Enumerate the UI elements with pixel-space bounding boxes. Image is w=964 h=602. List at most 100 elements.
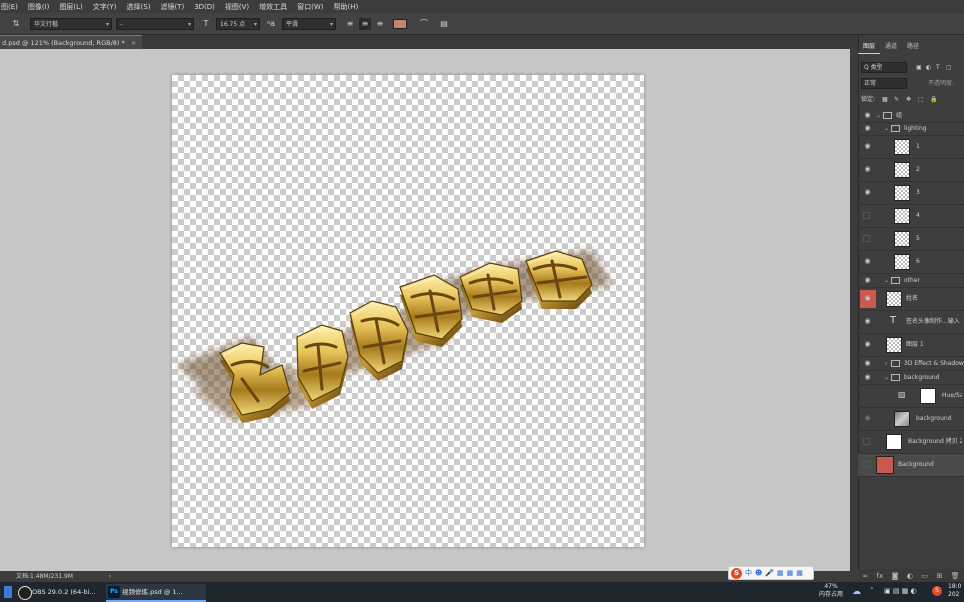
layer-item-background[interactable]: Background bbox=[858, 454, 964, 477]
character-panel-icon[interactable]: ▤ bbox=[438, 18, 450, 30]
ime-keyboard-icon[interactable]: ▦ bbox=[777, 569, 784, 577]
eye-icon[interactable]: ◉ bbox=[863, 188, 872, 197]
ime-emoji-icon[interactable]: ☻ bbox=[755, 569, 762, 577]
menu-select[interactable]: 选择(S) bbox=[122, 2, 156, 12]
hidden-eye-box[interactable] bbox=[863, 235, 870, 242]
layer-item-layer1[interactable]: ◉ 图层 1 bbox=[858, 334, 964, 357]
menu-type[interactable]: 文字(Y) bbox=[88, 2, 122, 12]
chevron-down-icon[interactable]: ⌄ bbox=[884, 122, 889, 135]
filter-pixel-icon[interactable]: ▣ bbox=[916, 61, 922, 74]
eye-icon[interactable]: ◉ bbox=[863, 414, 872, 423]
filter-type-icon[interactable]: T bbox=[936, 61, 940, 74]
align-center-icon[interactable]: ≡ bbox=[359, 18, 371, 30]
layer-item-text[interactable]: ◉ T 签名头像制作...输入 bbox=[858, 311, 964, 334]
layer-group-lighting[interactable]: ◉ ⌄ lighting bbox=[858, 122, 964, 136]
eye-icon[interactable]: ◉ bbox=[863, 124, 872, 133]
hidden-eye-box[interactable] bbox=[863, 438, 870, 445]
layer-item-4[interactable]: 4 bbox=[858, 205, 964, 228]
align-right-icon[interactable]: ≡ bbox=[374, 18, 386, 30]
tab-layers[interactable]: 图层 bbox=[858, 40, 881, 54]
menu-image[interactable]: 图像(I) bbox=[23, 2, 55, 12]
eye-icon[interactable]: ◉ bbox=[863, 276, 872, 285]
menu-3d[interactable]: 3D(D) bbox=[189, 3, 220, 11]
layer-item-huesat[interactable]: ▨ Hue/Sat bbox=[858, 385, 964, 408]
clock[interactable]: 18:0 202 bbox=[948, 583, 961, 599]
ime-voice-icon[interactable]: 🎤 bbox=[765, 569, 774, 577]
chevron-down-icon[interactable]: ⌄ bbox=[884, 274, 889, 287]
link-layers-icon[interactable]: ∞ bbox=[862, 572, 868, 580]
eye-icon[interactable]: ◉ bbox=[863, 340, 872, 349]
new-layer-icon[interactable]: ⊞ bbox=[936, 572, 942, 580]
layer-item-2[interactable]: ◉ 2 bbox=[858, 159, 964, 182]
layer-item-background-pixel[interactable]: ◉ background bbox=[858, 408, 964, 431]
lock-artboard-icon[interactable]: ⬚ bbox=[918, 93, 924, 106]
layer-item-3[interactable]: ◉ 3 bbox=[858, 182, 964, 205]
lock-pixels-icon[interactable]: ✎ bbox=[894, 93, 899, 106]
ime-skin-icon[interactable]: ▦ bbox=[787, 569, 794, 577]
eye-icon[interactable]: ◉ bbox=[863, 165, 872, 174]
menu-window[interactable]: 窗口(W) bbox=[292, 2, 328, 12]
vertical-scrollbar[interactable] bbox=[850, 49, 858, 571]
tab-channels[interactable]: 通道 bbox=[880, 40, 902, 54]
ime-menu-icon[interactable]: ▦ bbox=[796, 569, 803, 577]
font-style-select[interactable]: - ▾ bbox=[116, 18, 194, 30]
lock-all-icon[interactable]: 🔒 bbox=[930, 93, 937, 106]
status-menu-arrow[interactable]: › bbox=[109, 573, 111, 580]
eye-icon[interactable]: ◉ bbox=[863, 142, 872, 151]
taskbar-app-obs[interactable]: OBS 29.0.2 (64-bi... bbox=[16, 584, 118, 600]
menu-filter[interactable]: 滤镜(T) bbox=[155, 2, 189, 12]
text-orientation-icon[interactable]: ⇅ bbox=[10, 18, 22, 30]
layer-item-6[interactable]: ◉ 6 bbox=[858, 251, 964, 274]
align-left-icon[interactable]: ≡ bbox=[344, 18, 356, 30]
layer-group-background[interactable]: ◉ ⌄ background bbox=[858, 371, 964, 385]
sogou-icon[interactable]: S bbox=[731, 567, 742, 579]
menu-edit[interactable]: 图(E) bbox=[0, 2, 23, 12]
layer-item-background-copy[interactable]: Background 拷贝 2 bbox=[858, 431, 964, 454]
adjustment-layer-icon[interactable]: ◐ bbox=[907, 572, 913, 580]
filter-shape-icon[interactable]: ▢ bbox=[946, 61, 952, 74]
start-icon[interactable] bbox=[4, 586, 12, 598]
eye-icon[interactable]: ◉ bbox=[863, 373, 872, 382]
document-canvas[interactable] bbox=[172, 75, 644, 547]
chevron-right-icon[interactable]: › bbox=[885, 357, 887, 370]
fx-icon[interactable]: fx bbox=[877, 572, 884, 580]
eye-icon[interactable]: ◉ bbox=[863, 257, 872, 266]
eye-icon[interactable]: ◉ bbox=[863, 111, 872, 120]
layer-item-5[interactable]: 5 bbox=[858, 228, 964, 251]
tray-icons[interactable]: ▣ ▤ ▦ ◐ bbox=[884, 587, 917, 595]
document-tab[interactable]: d.psd @ 121% (Background, RGB/8) * × bbox=[0, 35, 143, 49]
eye-icon[interactable]: ◉ bbox=[863, 359, 872, 368]
font-size-select[interactable]: 16.75 点 ▾ bbox=[216, 18, 260, 30]
trash-icon[interactable]: 🗑 bbox=[951, 572, 960, 580]
lock-transparent-icon[interactable]: ▦ bbox=[882, 93, 888, 106]
menu-plugins[interactable]: 增效工具 bbox=[254, 2, 292, 12]
text-color-swatch[interactable] bbox=[393, 19, 407, 29]
tab-paths[interactable]: 路径 bbox=[902, 40, 924, 54]
antialias-select[interactable]: 平滑 ▾ bbox=[282, 18, 336, 30]
taskbar-app-photoshop[interactable]: Ps 视频修炼.psd @ 1... bbox=[106, 584, 206, 602]
sogou-tray-icon[interactable]: S bbox=[932, 586, 942, 596]
weather-icon[interactable]: ☁ bbox=[852, 587, 861, 597]
chevron-down-icon[interactable]: ⌄ bbox=[884, 371, 889, 384]
warp-text-icon[interactable]: ⌒ bbox=[418, 18, 430, 30]
layer-item-name[interactable]: ◉ 姓名 bbox=[858, 288, 964, 311]
layer-filter-select[interactable]: Q 类型 bbox=[861, 62, 907, 73]
hidden-eye-box[interactable] bbox=[863, 461, 870, 468]
menu-help[interactable]: 帮助(H) bbox=[329, 2, 364, 12]
eye-icon[interactable]: ◉ bbox=[863, 317, 872, 326]
ime-chinese-icon[interactable]: 中 bbox=[745, 568, 752, 578]
close-icon[interactable]: × bbox=[131, 39, 136, 47]
layer-item-1[interactable]: ◉ 1 bbox=[858, 136, 964, 159]
layer-group-other[interactable]: ◉ ⌄ other bbox=[858, 274, 964, 288]
lock-position-icon[interactable]: ✥ bbox=[906, 93, 911, 106]
layer-group-3d-effect[interactable]: ◉ › 3D Effect & Shadow bbox=[858, 357, 964, 371]
new-group-icon[interactable]: ▭ bbox=[921, 572, 928, 580]
chevron-up-icon[interactable]: ˄ bbox=[870, 587, 874, 595]
menu-layer[interactable]: 图层(L) bbox=[54, 2, 87, 12]
blend-mode-select[interactable]: 正常 bbox=[861, 78, 907, 89]
add-mask-icon[interactable]: ◙ bbox=[892, 572, 899, 580]
filter-adjust-icon[interactable]: ◐ bbox=[926, 61, 931, 74]
menu-view[interactable]: 视图(V) bbox=[220, 2, 254, 12]
font-family-select[interactable]: 华文行楷 ▾ bbox=[30, 18, 112, 30]
layer-group-zu[interactable]: ◉ ⌄ 组 bbox=[858, 109, 964, 123]
